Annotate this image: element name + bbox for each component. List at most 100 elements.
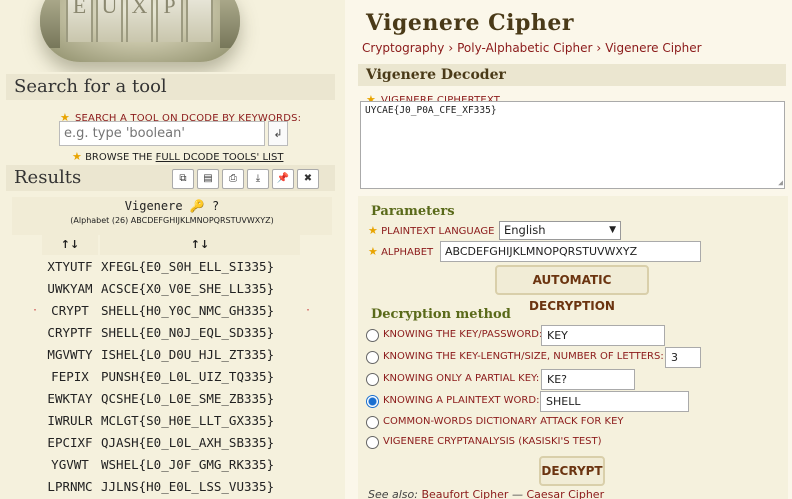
- see-also-line: See also: Beaufort Cipher — Caesar Ciphe…: [368, 488, 605, 499]
- result-plaintext: JJLNS{H0_E0L_LSS_VU335}: [101, 479, 275, 494]
- result-key: LPRNMC: [47, 479, 93, 494]
- download-icon[interactable]: ⤓: [247, 169, 269, 189]
- decryption-method-title: Decryption method: [371, 307, 511, 322]
- search-input[interactable]: [59, 121, 265, 146]
- ciphertext-textarea[interactable]: UYCAE{J0_P0A_CFE_XF335} ◢: [360, 101, 785, 189]
- sort-icon[interactable]: ▤: [197, 169, 219, 189]
- chevron-right-icon: ›: [596, 41, 602, 55]
- browse-tools-line: ★ BROWSE THE FULL DCODE TOOLS' LIST: [72, 150, 284, 163]
- result-key: XTYUTF: [47, 259, 93, 274]
- automatic-decryption-button[interactable]: AUTOMATIC DECRYPTION: [495, 265, 649, 313]
- cryptex-logo-icon: E U X P: [40, 0, 240, 62]
- help-icon[interactable]: ?: [212, 199, 219, 213]
- main-content: Vigenere Cipher Cryptography › Poly-Alphab…: [346, 0, 792, 499]
- result-row[interactable]: CRYPT SHELL{H0_Y0C_NMC_GH335} · ·: [0, 300, 345, 322]
- highlight-dot-icon: ·: [305, 305, 312, 316]
- result-row[interactable]: UWKYAM ACSCE{X0_V0E_SHE_LL335}: [0, 278, 345, 300]
- result-key: IWRULR: [47, 413, 93, 428]
- result-row[interactable]: EPCIXF QJASH{E0_L0L_AXH_SB335}: [0, 432, 345, 454]
- results-toolbar: ⧉ ▤ ⎙ ⤓ 📌 ✖: [172, 166, 322, 189]
- result-key: EWKTAY: [47, 391, 93, 406]
- chevron-down-icon: ▼: [609, 225, 616, 235]
- language-label: ★ PLAINTEXT LANGUAGE: [368, 224, 495, 237]
- dcode-logo[interactable]: E U X P: [0, 0, 345, 72]
- result-plaintext: QCSHE{L0_L0E_SME_ZB335}: [101, 391, 275, 406]
- search-section-title: Search for a tool: [6, 74, 335, 100]
- search-submit-button[interactable]: ↲: [268, 121, 288, 146]
- method-label-key: KNOWING THE KEY/PASSWORD:: [383, 329, 543, 340]
- breadcrumb-link[interactable]: Poly-Alphabetic Cipher: [457, 41, 592, 55]
- highlight-dot-icon: ·: [32, 305, 39, 316]
- radio-kasiski[interactable]: [366, 436, 379, 449]
- radio-key-length[interactable]: [366, 351, 379, 364]
- result-key: MGVWTY: [47, 347, 93, 362]
- page-title: Vigenere Cipher: [366, 10, 574, 36]
- result-key: UWKYAM: [47, 281, 93, 296]
- result-key: CRYPTF: [47, 325, 93, 340]
- alphabet-input[interactable]: ABCDEFGHIJKLMNOPQRSTUVWXYZ: [440, 241, 701, 262]
- star-icon: ★: [72, 150, 82, 163]
- plaintext-word-input[interactable]: SHELL: [540, 391, 689, 412]
- close-icon[interactable]: ✖: [297, 169, 319, 189]
- breadcrumb-link[interactable]: Cryptography: [362, 41, 444, 55]
- key-length-input[interactable]: 3: [665, 347, 701, 368]
- method-label-kasiski: VIGENERE CRYPTANALYSIS (KASISKI'S TEST): [383, 436, 602, 447]
- see-also-link[interactable]: Caesar Cipher: [526, 488, 604, 499]
- breadcrumb-link[interactable]: Vigenere Cipher: [605, 41, 701, 55]
- result-plaintext: PUNSH{E0_L0L_UIZ_TQ335}: [101, 369, 275, 384]
- method-label-key-length: KNOWING THE KEY-LENGTH/SIZE, NUMBER OF L…: [383, 351, 664, 362]
- copy-icon[interactable]: ⧉: [172, 169, 194, 189]
- result-plaintext: SHELL{H0_Y0C_NMC_GH335}: [101, 303, 275, 318]
- radio-dictionary-attack[interactable]: [366, 416, 379, 429]
- result-key: FEPIX: [51, 369, 89, 384]
- parameters-panel: Parameters ★ PLAINTEXT LANGUAGE English …: [358, 196, 788, 499]
- result-key: YGVWT: [51, 457, 89, 472]
- resize-grip-icon[interactable]: ◢: [778, 178, 783, 187]
- result-plaintext: XFEGL{E0_S0H_ELL_SI335}: [101, 259, 275, 274]
- chevron-right-icon: ›: [448, 41, 454, 55]
- result-row[interactable]: XTYUTF XFEGL{E0_S0H_ELL_SI335}: [0, 256, 345, 278]
- breadcrumb: Cryptography › Poly-Alphabetic Cipher › Vige…: [362, 41, 702, 55]
- results-alphabet-info: (Alphabet (26) ABCDEFGHIJKLMNOPQRSTUVWXY…: [70, 216, 274, 225]
- key-input[interactable]: KEY: [541, 325, 665, 346]
- see-also-link[interactable]: Beaufort Cipher: [421, 488, 508, 499]
- sort-key-column-button[interactable]: ↑↓: [42, 235, 98, 255]
- decrypt-button[interactable]: DECRYPT: [539, 456, 605, 486]
- print-icon[interactable]: ⎙: [222, 169, 244, 189]
- result-key: CRYPT: [51, 303, 89, 318]
- parameters-title: Parameters: [371, 204, 455, 219]
- enter-icon: ↲: [273, 127, 283, 140]
- result-plaintext: WSHEL{L0_J0F_GMG_RK335}: [101, 457, 275, 472]
- result-row[interactable]: MGVWTY ISHEL{L0_D0U_HJL_ZT335}: [0, 344, 345, 366]
- result-key: EPCIXF: [47, 435, 93, 450]
- star-icon: ★: [368, 245, 378, 258]
- result-plaintext: SHELL{E0_N0J_EQL_SD335}: [101, 325, 275, 340]
- method-label-plaintext-word: KNOWING A PLAINTEXT WORD:: [383, 395, 540, 406]
- result-plaintext: ISHEL{L0_D0U_HJL_ZT335}: [101, 347, 275, 362]
- results-header: Vigenere 🔑 ? (Alphabet (26) ABCDEFGHIJKL…: [12, 197, 332, 235]
- result-row[interactable]: EWKTAY QCSHE{L0_L0E_SME_ZB335}: [0, 388, 345, 410]
- result-plaintext: QJASH{E0_L0L_AXH_SB335}: [101, 435, 275, 450]
- left-sidebar: E U X P Search for a tool ★ SEARCH A TOO…: [0, 0, 345, 499]
- star-icon: ★: [368, 224, 378, 237]
- language-select[interactable]: English ▼: [499, 221, 621, 240]
- alphabet-label: ★ ALPHABET: [368, 245, 434, 258]
- full-tools-list-link[interactable]: FULL DCODE TOOLS' LIST: [156, 152, 284, 163]
- pin-icon[interactable]: 📌: [272, 169, 294, 189]
- result-row[interactable]: CRYPTF SHELL{E0_N0J_EQL_SD335}: [0, 322, 345, 344]
- result-row[interactable]: LPRNMC JJLNS{H0_E0L_LSS_VU335}: [0, 476, 345, 498]
- key-icon: 🔑: [189, 199, 205, 213]
- radio-key-password[interactable]: [366, 329, 379, 342]
- sort-plaintext-column-button[interactable]: ↑↓: [100, 235, 300, 255]
- results-tool-name: Vigenere: [124, 199, 183, 213]
- decoder-section-title: Vigenere Decoder: [358, 64, 786, 86]
- result-row[interactable]: IWRULR MCLGT{S0_H0E_LLT_GX335}: [0, 410, 345, 432]
- method-label-dictionary: COMMON-WORDS DICTIONARY ATTACK FOR KEY: [383, 416, 624, 427]
- radio-partial-key[interactable]: [366, 373, 379, 386]
- partial-key-input[interactable]: KE?: [541, 369, 635, 390]
- result-row[interactable]: YGVWT WSHEL{L0_J0F_GMG_RK335}: [0, 454, 345, 476]
- method-label-partial-key: KNOWING ONLY A PARTIAL KEY:: [383, 373, 540, 384]
- radio-plaintext-word[interactable]: [366, 395, 379, 408]
- result-row[interactable]: FEPIX PUNSH{E0_L0L_UIZ_TQ335}: [0, 366, 345, 388]
- result-plaintext: ACSCE{X0_V0E_SHE_LL335}: [101, 281, 275, 296]
